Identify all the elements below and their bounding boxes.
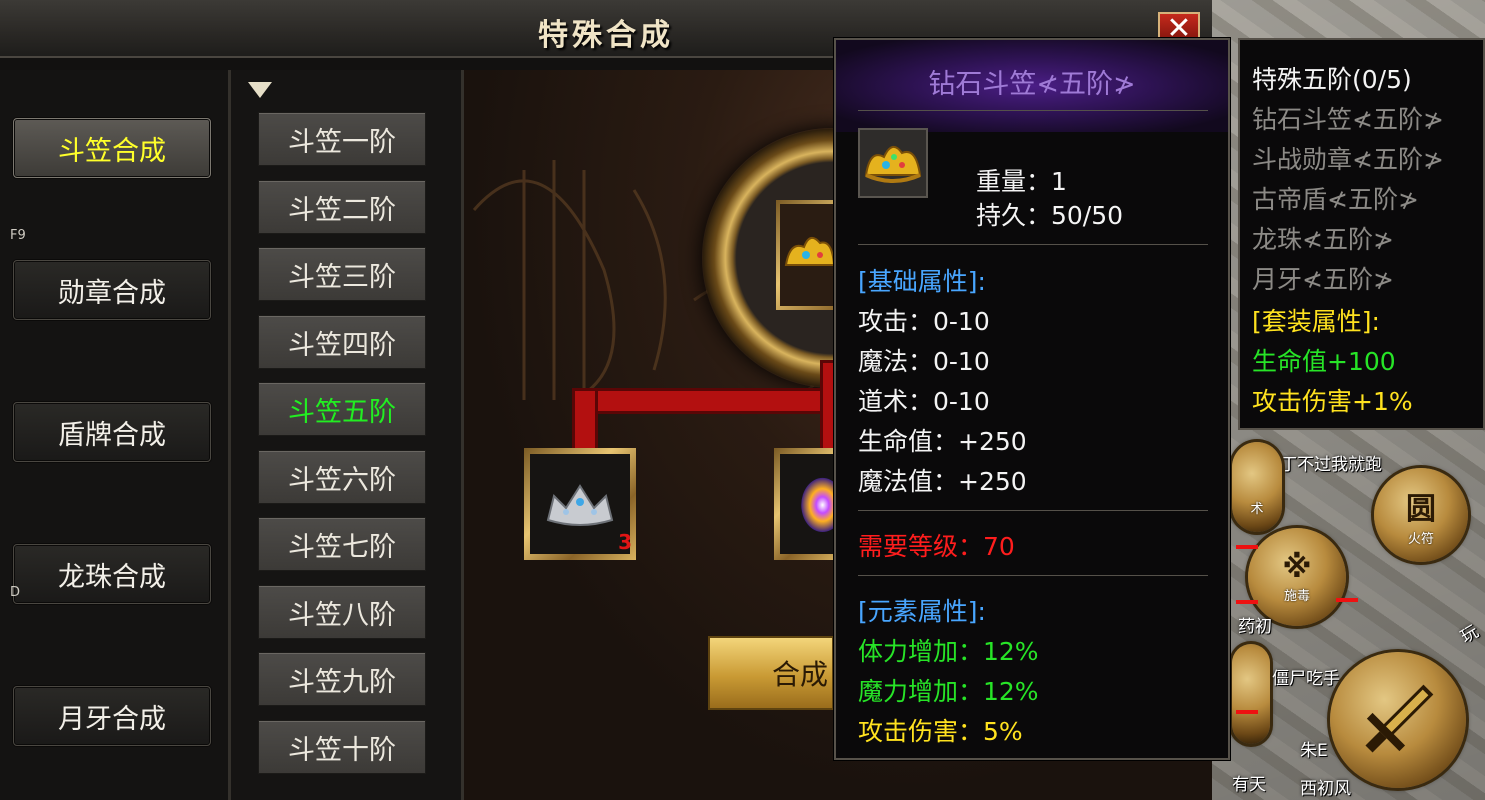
tier-button[interactable]: 斗笠八阶 (258, 585, 426, 639)
fire-talisman-skill-button[interactable]: 圆 火符 (1374, 468, 1468, 562)
set-bonus-stat: 生命值+100 (1252, 347, 1396, 376)
base-stat: 道术：0-10 (858, 387, 990, 416)
map-text: 僵尸吃手 (1272, 669, 1340, 689)
element-attr-header: [元素属性]: (858, 597, 986, 626)
tier-button-selected[interactable]: 斗笠五阶 (258, 382, 426, 436)
material-slot[interactable] (774, 448, 838, 560)
element-stat: 魔力增加：12% (858, 677, 1039, 706)
attack-sword-button[interactable] (1330, 652, 1466, 788)
divider (858, 510, 1208, 511)
golden-hat-icon (784, 236, 836, 266)
set-item: 龙珠≮五阶≯ (1252, 225, 1394, 254)
map-text: 药初 (1238, 617, 1272, 637)
result-slot[interactable] (776, 200, 838, 310)
skill-label: 火符 (1407, 531, 1434, 547)
divider (858, 575, 1208, 576)
category-crescent-button[interactable]: 月牙合成 (13, 686, 211, 746)
talisman-icon: 圆 (1406, 491, 1436, 527)
category-dragon-orb-button[interactable]: 龙珠合成 (13, 544, 211, 604)
map-text: 西初风 (1300, 779, 1351, 799)
tier-button[interactable]: 斗笠四阶 (258, 315, 426, 369)
element-stat: 攻击伤害：5% (858, 717, 1023, 746)
set-bonus-stat: 攻击伤害+1% (1252, 387, 1413, 416)
poison-icon: ※ (1282, 550, 1312, 585)
rainbow-gem-icon (801, 477, 838, 533)
set-item: 古帝盾≮五阶≯ (1252, 185, 1419, 214)
skill-button[interactable] (1232, 644, 1270, 744)
synthesize-button[interactable]: 合成 (708, 636, 834, 710)
connector-pipe (572, 388, 842, 414)
hp-bar (1236, 710, 1258, 714)
element-stat: 体力增加：12% (858, 637, 1039, 666)
map-text: 有天 (1232, 775, 1266, 795)
set-title: 特殊五阶(0/5) (1252, 65, 1412, 94)
tier-button[interactable]: 斗笠六阶 (258, 450, 426, 504)
map-text: 朱E (1300, 741, 1328, 761)
tier-button[interactable]: 斗笠七阶 (258, 517, 426, 571)
sword-icon (1365, 684, 1434, 753)
tier-button[interactable]: 斗笠九阶 (258, 652, 426, 706)
divider (858, 244, 1208, 245)
base-stat: 生命值：+250 (858, 427, 1027, 456)
item-tooltip: 钻石斗笠≮五阶≯ 重量：1 持久：50/50 [基础属性]: 攻击：0-10 魔… (834, 38, 1230, 760)
skill-label: 术 (1250, 501, 1264, 517)
tooltip-item-name: 钻石斗笠≮五阶≯ (928, 69, 1136, 100)
category-medal-button[interactable]: 勋章合成 (13, 260, 211, 320)
item-durability: 持久：50/50 (976, 201, 1124, 230)
material-count: 3 (618, 530, 632, 554)
item-icon-frame (858, 128, 928, 198)
tier-button[interactable]: 斗笠一阶 (258, 112, 426, 166)
skill-label: 施毒 (1283, 589, 1310, 604)
category-shield-button[interactable]: 盾牌合成 (13, 402, 211, 462)
hp-bar (1236, 600, 1258, 604)
tier-button[interactable]: 斗笠十阶 (258, 720, 426, 774)
material-slot[interactable]: 3 (524, 448, 636, 560)
set-item: 钻石斗笠≮五阶≯ (1252, 105, 1444, 134)
tier-button[interactable]: 斗笠二阶 (258, 180, 426, 234)
required-level: 需要等级：70 (858, 532, 1015, 561)
set-item: 月牙≮五阶≯ (1252, 265, 1394, 294)
set-bonus-panel: 特殊五阶(0/5) 钻石斗笠≮五阶≯ 斗战勋章≮五阶≯ 古帝盾≮五阶≯ 龙珠≮五… (1238, 38, 1485, 430)
category-douli-button[interactable]: 斗笠合成 (13, 118, 211, 178)
divider (858, 110, 1208, 111)
base-stat: 魔法值：+250 (858, 467, 1027, 496)
tier-button[interactable]: 斗笠三阶 (258, 247, 426, 301)
set-item: 斗战勋章≮五阶≯ (1252, 145, 1444, 174)
base-attr-header: [基础属性]: (858, 267, 986, 296)
map-text: 丁不过我就跑 (1280, 455, 1382, 475)
hp-bar (1336, 598, 1358, 602)
set-bonus-header: [套装属性]: (1252, 307, 1380, 336)
silver-crown-icon (546, 484, 614, 526)
skill-button[interactable]: 术 (1232, 442, 1282, 532)
base-stat: 攻击：0-10 (858, 307, 990, 336)
collapse-arrow-icon[interactable] (248, 82, 272, 98)
hotkey-label: F9 (10, 228, 26, 243)
item-weight: 重量：1 (976, 167, 1067, 196)
hotkey-label: D (10, 585, 21, 600)
golden-hat-icon (864, 146, 922, 183)
hp-bar (1236, 545, 1258, 549)
base-stat: 魔法：0-10 (858, 347, 990, 376)
